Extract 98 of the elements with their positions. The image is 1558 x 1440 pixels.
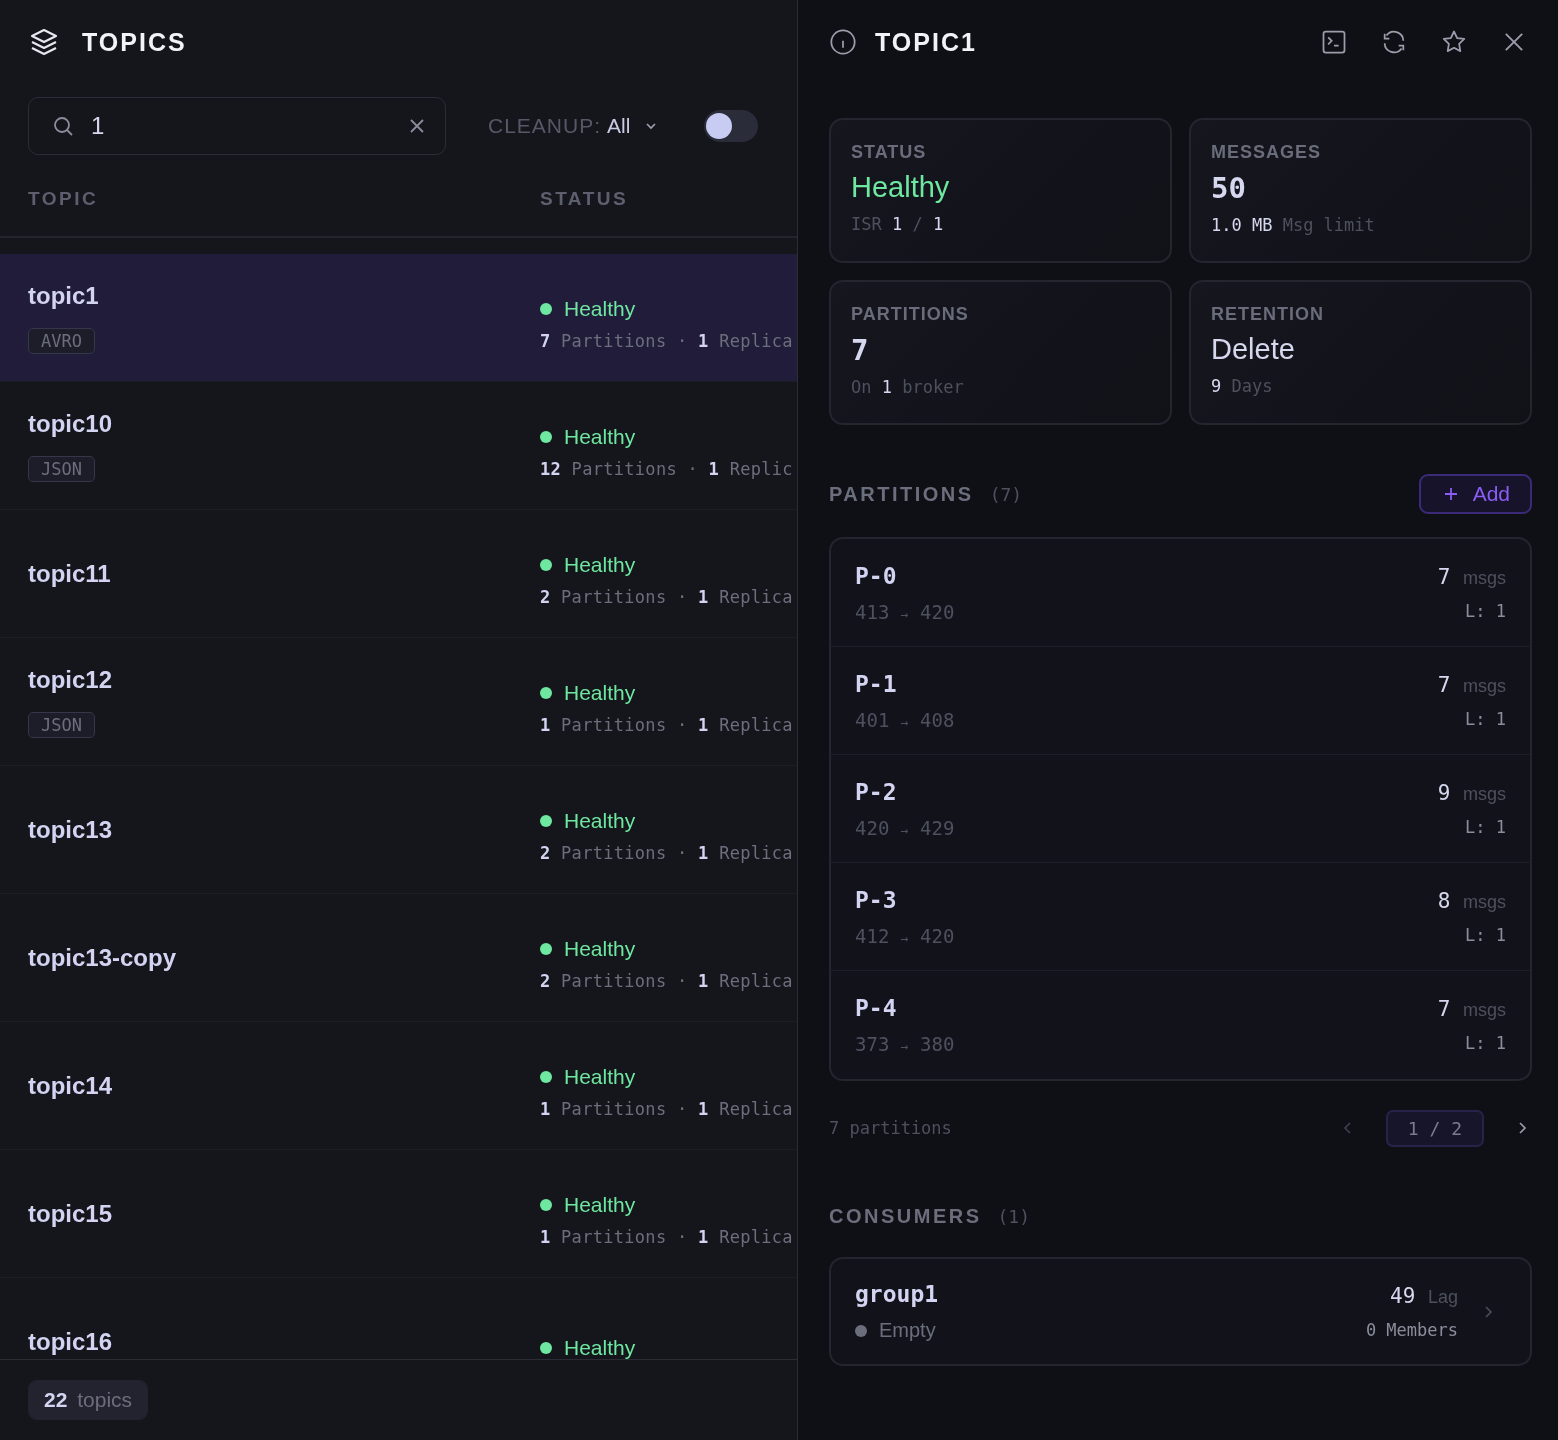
partition-row[interactable]: P-0 413 → 420 7 msgs L: 1 <box>831 539 1530 647</box>
section-count: (7) <box>989 483 1023 505</box>
message-count: 7 msgs <box>1437 672 1506 697</box>
message-count: 7 msgs <box>1437 997 1506 1021</box>
status-text: Healthy <box>564 1064 636 1089</box>
terminal-icon[interactable] <box>1320 28 1348 56</box>
partition-name: P-1 <box>855 670 898 697</box>
status-text: Healthy <box>564 296 636 321</box>
member-count: 0 Members <box>1365 1319 1458 1340</box>
topic-row[interactable]: topic10 JSON Healthy 12 Partitions · 1 Replic <box>0 382 797 510</box>
status-text: Healthy <box>564 808 636 833</box>
topic-row[interactable]: topic15 Healthy 1 Partitions · 1 Replica <box>0 1150 797 1278</box>
leader-label: L: 1 <box>1465 1033 1506 1053</box>
status-text: Healthy <box>564 1335 636 1359</box>
status-text: Healthy <box>564 936 636 961</box>
partition-row[interactable]: P-4 373 → 380 7 msgs L: 1 <box>831 971 1530 1079</box>
partition-summary: 7 Partitions · 1 Replica <box>540 330 793 351</box>
topic-name: topic10 <box>28 409 113 438</box>
lag-count: 49 Lag <box>1390 1283 1458 1308</box>
offset-range: 373 → 380 <box>855 1033 955 1055</box>
partition-row[interactable]: P-1 401 → 408 7 msgs L: 1 <box>831 647 1530 755</box>
partition-summary: 2 Partitions · 1 Replica <box>540 970 793 991</box>
topic-count: 22 topics <box>28 1380 149 1420</box>
status-text: Healthy <box>564 424 636 449</box>
topic-name: topic12 <box>28 665 113 694</box>
toggle-switch[interactable] <box>704 110 759 142</box>
topic-name: topic13-copy <box>28 943 177 972</box>
stat-label: MESSAGES <box>1211 142 1323 163</box>
partition-summary: 1 Partitions · 1 Replica <box>540 714 793 735</box>
topic-name: topic13 <box>28 815 113 844</box>
leader-label: L: 1 <box>1465 816 1506 837</box>
topic-row[interactable]: topic11 Healthy 2 Partitions · 1 Replica <box>0 510 797 638</box>
topic-row[interactable]: topic12 JSON Healthy 1 Partitions · 1 Replica <box>0 638 797 766</box>
topic-name: topic16 <box>28 1327 113 1356</box>
status-text: Healthy <box>564 1192 636 1217</box>
offset-range: 412 → 420 <box>855 924 955 947</box>
stat-value: Healthy <box>851 171 951 204</box>
topic-name: topic15 <box>28 1199 113 1228</box>
stat-detail: 1.0 MB Msg limit <box>1211 215 1376 235</box>
section-title: PARTITIONS <box>829 482 974 506</box>
partition-summary: 2 Partitions · 1 Replica <box>540 842 793 863</box>
partition-name: P-4 <box>855 995 898 1021</box>
topic-name: topic14 <box>28 1071 113 1100</box>
partition-summary: 2 Partitions · 1 Replica <box>540 586 793 607</box>
topic-row[interactable]: topic13 Healthy 2 Partitions · 1 Replica <box>0 766 797 894</box>
status-text: Healthy <box>564 552 636 577</box>
add-button[interactable]: Add <box>1418 474 1532 514</box>
partition-name: P-3 <box>855 886 898 913</box>
partition-row[interactable]: P-2 420 → 429 9 msgs L: 1 <box>831 755 1530 863</box>
offset-range: 420 → 429 <box>855 816 955 839</box>
group-name: group1 <box>855 1281 940 1307</box>
stat-value: 7 <box>851 333 870 367</box>
leader-label: L: 1 <box>1465 600 1506 621</box>
group-state: Empty <box>879 1319 936 1342</box>
layers-icon <box>28 26 60 58</box>
partition-summary: 1 Partitions · 1 Replica <box>540 1098 793 1119</box>
stat-detail: ISR 1 / 1 <box>851 214 945 234</box>
format-tag: JSON <box>28 455 95 482</box>
format-tag: AVRO <box>28 327 95 354</box>
offset-range: 401 → 408 <box>855 708 955 731</box>
leader-label: L: 1 <box>1465 708 1506 729</box>
stat-detail: 9 Days <box>1211 376 1274 396</box>
topic-row[interactable]: topic1 AVRO Healthy 7 Partitions · 1 Replica <box>0 254 797 382</box>
topic-row[interactable]: topic13-copy Healthy 2 Partitions · 1 Replica <box>0 894 797 1022</box>
stat-value: 50 <box>1211 171 1247 205</box>
message-count: 7 msgs <box>1437 564 1506 589</box>
page-indicator: 1 / 2 <box>1385 1109 1484 1147</box>
partition-name: P-2 <box>855 778 898 805</box>
topic-name: topic1 <box>28 281 99 310</box>
stat-detail: On 1 broker <box>851 377 965 397</box>
consumer-card[interactable]: group1 Empty 49 Lag 0 Members <box>829 1257 1532 1366</box>
search-input[interactable]: 1 <box>91 112 391 140</box>
topic-row[interactable]: topic14 Healthy 1 Partitions · 1 Replica <box>0 1022 797 1150</box>
status-text: Healthy <box>564 680 636 705</box>
search-field[interactable]: 1 <box>28 97 446 155</box>
partition-name: P-0 <box>855 562 898 589</box>
stat-label: STATUS <box>851 142 928 163</box>
cleanup-filter[interactable]: CLEANUP: All <box>488 114 659 138</box>
section-count: (1) <box>997 1205 1031 1227</box>
search-icon <box>51 114 75 138</box>
stat-label: RETENTION <box>1211 304 1325 325</box>
partition-total: 7 partitions <box>829 1118 953 1138</box>
detail-title: TOPIC1 <box>875 27 977 57</box>
info-icon <box>829 28 857 56</box>
partition-summary: 1 Partitions · 1 Replica <box>540 1226 793 1247</box>
partition-row[interactable]: P-3 412 → 420 8 msgs L: 1 <box>831 863 1530 971</box>
offset-range: 413 → 420 <box>855 600 955 623</box>
panel-title: TOPICS <box>82 27 187 57</box>
plus-icon <box>1442 486 1459 502</box>
stat-label: PARTITIONS <box>851 304 970 325</box>
leader-label: L: 1 <box>1465 924 1506 945</box>
partition-summary: 12 Partitions · 1 Replic <box>540 458 793 479</box>
format-tag: JSON <box>28 711 95 738</box>
stat-value: Delete <box>1211 333 1296 366</box>
topic-name: topic11 <box>28 559 111 588</box>
message-count: 8 msgs <box>1437 888 1506 913</box>
message-count: 9 msgs <box>1437 780 1506 805</box>
section-title: CONSUMERS <box>829 1204 982 1228</box>
